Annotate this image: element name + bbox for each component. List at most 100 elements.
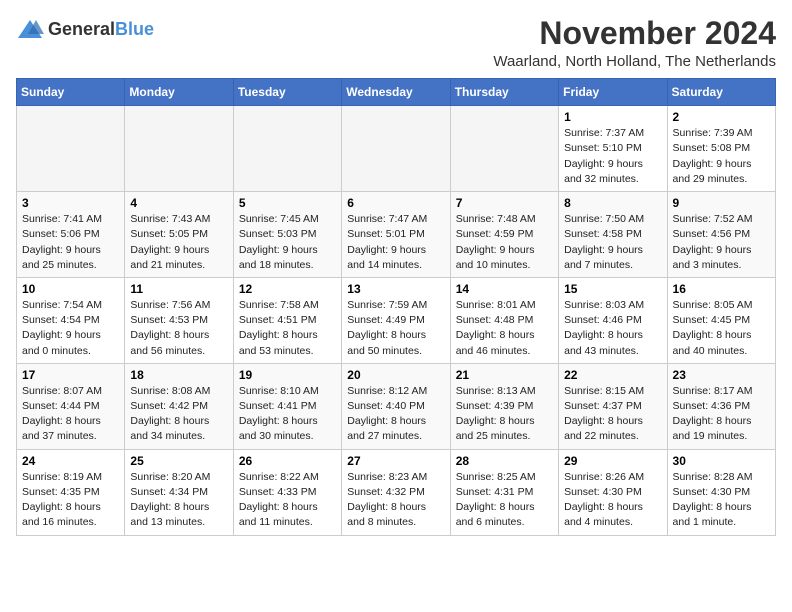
day-info: Sunrise: 7:47 AM Sunset: 5:01 PM Dayligh… bbox=[347, 212, 444, 273]
calendar-header-tuesday: Tuesday bbox=[233, 79, 341, 106]
day-info: Sunrise: 7:58 AM Sunset: 4:51 PM Dayligh… bbox=[239, 298, 336, 359]
calendar-cell: 3Sunrise: 7:41 AM Sunset: 5:06 PM Daylig… bbox=[17, 192, 125, 278]
day-info: Sunrise: 8:12 AM Sunset: 4:40 PM Dayligh… bbox=[347, 384, 444, 445]
day-info: Sunrise: 7:48 AM Sunset: 4:59 PM Dayligh… bbox=[456, 212, 553, 273]
day-number: 10 bbox=[22, 282, 119, 296]
calendar-cell: 22 Sunrise: 8:15 AM Sunset: 4:37 PM Dayli… bbox=[559, 363, 667, 449]
calendar-header-row: SundayMondayTuesdayWednesdayThursdayFrid… bbox=[17, 79, 776, 106]
calendar-week-row: 17 Sunrise: 8:07 AM Sunset: 4:44 PM Dayli… bbox=[17, 363, 776, 449]
calendar-week-row: 10 Sunrise: 7:54 AM Sunset: 4:54 PM Dayli… bbox=[17, 277, 776, 363]
day-info: Sunrise: 8:13 AM Sunset: 4:39 PM Dayligh… bbox=[456, 384, 553, 445]
calendar-cell bbox=[450, 106, 558, 192]
calendar-cell: 9 Sunrise: 7:52 AM Sunset: 4:56 PM Daylig… bbox=[667, 192, 775, 278]
day-info: Sunrise: 7:56 AM Sunset: 4:53 PM Dayligh… bbox=[130, 298, 227, 359]
calendar-cell: 23 Sunrise: 8:17 AM Sunset: 4:36 PM Dayli… bbox=[667, 363, 775, 449]
calendar-cell: 7 Sunrise: 7:48 AM Sunset: 4:59 PM Daylig… bbox=[450, 192, 558, 278]
day-info: Sunrise: 7:43 AM Sunset: 5:05 PM Dayligh… bbox=[130, 212, 227, 273]
calendar-cell: 16 Sunrise: 8:05 AM Sunset: 4:45 PM Dayli… bbox=[667, 277, 775, 363]
day-info: Sunrise: 7:37 AM Sunset: 5:10 PM Dayligh… bbox=[564, 126, 661, 187]
header: GeneralBlue November 2024 Waarland, Nort… bbox=[16, 16, 776, 70]
calendar-cell: 2 Sunrise: 7:39 AM Sunset: 5:08 PM Daylig… bbox=[667, 106, 775, 192]
calendar-cell: 18Sunrise: 8:08 AM Sunset: 4:42 PM Dayli… bbox=[125, 363, 233, 449]
day-info: Sunrise: 8:15 AM Sunset: 4:37 PM Dayligh… bbox=[564, 384, 661, 445]
calendar-header-monday: Monday bbox=[125, 79, 233, 106]
calendar-cell: 27Sunrise: 8:23 AM Sunset: 4:32 PM Dayli… bbox=[342, 449, 450, 535]
calendar-header-wednesday: Wednesday bbox=[342, 79, 450, 106]
day-info: Sunrise: 7:52 AM Sunset: 4:56 PM Dayligh… bbox=[673, 212, 770, 273]
day-info: Sunrise: 8:07 AM Sunset: 4:44 PM Dayligh… bbox=[22, 384, 119, 445]
day-number: 28 bbox=[456, 454, 553, 468]
day-number: 5 bbox=[239, 196, 336, 210]
calendar-cell: 21Sunrise: 8:13 AM Sunset: 4:39 PM Dayli… bbox=[450, 363, 558, 449]
logo-icon bbox=[16, 16, 44, 44]
calendar-cell bbox=[125, 106, 233, 192]
logo-general: General bbox=[48, 19, 115, 39]
day-info: Sunrise: 8:08 AM Sunset: 4:42 PM Dayligh… bbox=[130, 384, 227, 445]
calendar-cell: 20Sunrise: 8:12 AM Sunset: 4:40 PM Dayli… bbox=[342, 363, 450, 449]
day-info: Sunrise: 7:39 AM Sunset: 5:08 PM Dayligh… bbox=[673, 126, 770, 187]
calendar-cell: 17 Sunrise: 8:07 AM Sunset: 4:44 PM Dayli… bbox=[17, 363, 125, 449]
day-info: Sunrise: 7:54 AM Sunset: 4:54 PM Dayligh… bbox=[22, 298, 119, 359]
day-number: 1 bbox=[564, 110, 661, 124]
calendar-cell bbox=[233, 106, 341, 192]
day-info: Sunrise: 8:19 AM Sunset: 4:35 PM Dayligh… bbox=[22, 470, 119, 531]
logo: GeneralBlue bbox=[16, 16, 154, 44]
day-number: 2 bbox=[673, 110, 770, 124]
calendar-cell: 5Sunrise: 7:45 AM Sunset: 5:03 PM Daylig… bbox=[233, 192, 341, 278]
calendar-cell: 19 Sunrise: 8:10 AM Sunset: 4:41 PM Dayli… bbox=[233, 363, 341, 449]
calendar-cell bbox=[342, 106, 450, 192]
calendar-cell: 26 Sunrise: 8:22 AM Sunset: 4:33 PM Dayli… bbox=[233, 449, 341, 535]
day-number: 9 bbox=[673, 196, 770, 210]
calendar-cell: 25Sunrise: 8:20 AM Sunset: 4:34 PM Dayli… bbox=[125, 449, 233, 535]
day-info: Sunrise: 8:17 AM Sunset: 4:36 PM Dayligh… bbox=[673, 384, 770, 445]
calendar-cell: 14Sunrise: 8:01 AM Sunset: 4:48 PM Dayli… bbox=[450, 277, 558, 363]
day-info: Sunrise: 8:10 AM Sunset: 4:41 PM Dayligh… bbox=[239, 384, 336, 445]
calendar-cell: 28Sunrise: 8:25 AM Sunset: 4:31 PM Dayli… bbox=[450, 449, 558, 535]
day-number: 13 bbox=[347, 282, 444, 296]
day-number: 12 bbox=[239, 282, 336, 296]
day-info: Sunrise: 7:59 AM Sunset: 4:49 PM Dayligh… bbox=[347, 298, 444, 359]
day-number: 30 bbox=[673, 454, 770, 468]
calendar-cell: 12 Sunrise: 7:58 AM Sunset: 4:51 PM Dayli… bbox=[233, 277, 341, 363]
calendar-header-friday: Friday bbox=[559, 79, 667, 106]
day-number: 26 bbox=[239, 454, 336, 468]
calendar-header-thursday: Thursday bbox=[450, 79, 558, 106]
day-number: 24 bbox=[22, 454, 119, 468]
day-number: 8 bbox=[564, 196, 661, 210]
calendar: SundayMondayTuesdayWednesdayThursdayFrid… bbox=[16, 78, 776, 535]
calendar-cell bbox=[17, 106, 125, 192]
day-number: 22 bbox=[564, 368, 661, 382]
day-number: 7 bbox=[456, 196, 553, 210]
day-info: Sunrise: 8:05 AM Sunset: 4:45 PM Dayligh… bbox=[673, 298, 770, 359]
location-title: Waarland, North Holland, The Netherlands bbox=[493, 53, 776, 70]
calendar-cell: 29Sunrise: 8:26 AM Sunset: 4:30 PM Dayli… bbox=[559, 449, 667, 535]
day-number: 16 bbox=[673, 282, 770, 296]
calendar-cell: 11Sunrise: 7:56 AM Sunset: 4:53 PM Dayli… bbox=[125, 277, 233, 363]
day-number: 29 bbox=[564, 454, 661, 468]
day-number: 17 bbox=[22, 368, 119, 382]
calendar-cell: 30 Sunrise: 8:28 AM Sunset: 4:30 PM Dayli… bbox=[667, 449, 775, 535]
title-area: November 2024 Waarland, North Holland, T… bbox=[493, 16, 776, 70]
calendar-cell: 15Sunrise: 8:03 AM Sunset: 4:46 PM Dayli… bbox=[559, 277, 667, 363]
day-number: 15 bbox=[564, 282, 661, 296]
day-number: 6 bbox=[347, 196, 444, 210]
day-info: Sunrise: 8:28 AM Sunset: 4:30 PM Dayligh… bbox=[673, 470, 770, 531]
calendar-cell: 10 Sunrise: 7:54 AM Sunset: 4:54 PM Dayli… bbox=[17, 277, 125, 363]
calendar-cell: 24 Sunrise: 8:19 AM Sunset: 4:35 PM Dayli… bbox=[17, 449, 125, 535]
calendar-header-sunday: Sunday bbox=[17, 79, 125, 106]
day-number: 27 bbox=[347, 454, 444, 468]
day-number: 19 bbox=[239, 368, 336, 382]
month-title: November 2024 bbox=[493, 16, 776, 51]
day-number: 3 bbox=[22, 196, 119, 210]
calendar-header-saturday: Saturday bbox=[667, 79, 775, 106]
calendar-cell: 1 Sunrise: 7:37 AM Sunset: 5:10 PM Daylig… bbox=[559, 106, 667, 192]
day-number: 23 bbox=[673, 368, 770, 382]
day-number: 25 bbox=[130, 454, 227, 468]
calendar-week-row: 1 Sunrise: 7:37 AM Sunset: 5:10 PM Daylig… bbox=[17, 106, 776, 192]
calendar-cell: 8Sunrise: 7:50 AM Sunset: 4:58 PM Daylig… bbox=[559, 192, 667, 278]
calendar-week-row: 3Sunrise: 7:41 AM Sunset: 5:06 PM Daylig… bbox=[17, 192, 776, 278]
day-info: Sunrise: 8:22 AM Sunset: 4:33 PM Dayligh… bbox=[239, 470, 336, 531]
day-number: 14 bbox=[456, 282, 553, 296]
calendar-cell: 13 Sunrise: 7:59 AM Sunset: 4:49 PM Dayli… bbox=[342, 277, 450, 363]
day-number: 4 bbox=[130, 196, 227, 210]
